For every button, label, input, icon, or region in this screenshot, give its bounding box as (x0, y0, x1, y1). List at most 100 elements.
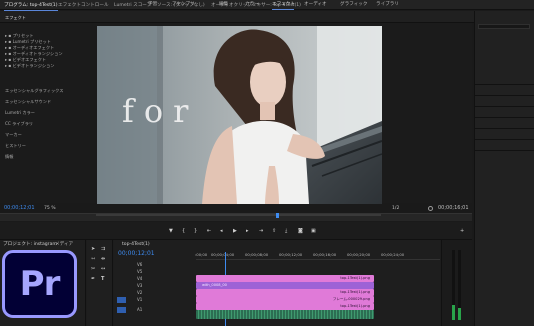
clip-v4-label: with_0008_00 (202, 282, 227, 287)
track-label-v4[interactable]: V4 (137, 277, 142, 281)
tab-project[interactable]: プロジェクト: instagram (3, 242, 57, 248)
workspace-libraries[interactable]: ライブラリ (376, 2, 399, 8)
divider (474, 150, 534, 151)
play-icon[interactable]: ▶ (233, 228, 237, 234)
ruler-tick-4: 00;00;16;00 (313, 252, 337, 257)
step-back-icon[interactable]: ◂ (220, 228, 223, 234)
clip-v1[interactable]: top-1Test(1).png (196, 303, 374, 310)
meter-right-level (458, 308, 461, 320)
track-label-v1[interactable]: V1 (137, 298, 142, 302)
divider (474, 128, 534, 129)
ripple-edit-icon[interactable]: ⇿ (91, 256, 95, 262)
clip-a1-audio[interactable] (196, 310, 374, 319)
tab-source[interactable]: ソース: (クリップなし) (157, 3, 205, 9)
folder-video-effects-label: ビデオエフェクト (12, 57, 47, 62)
clip-v1-label: top-1Test(1).png (340, 303, 370, 308)
ruler-tick-6: 00;00;24;00 (381, 252, 405, 257)
clip-v3[interactable]: top-1Test(1).png (196, 289, 374, 296)
clip-v4[interactable]: with_0008_00 (196, 282, 374, 289)
logo-text: Pr (19, 264, 61, 304)
audio-meter (441, 240, 472, 326)
workspace-audio[interactable]: オーディオ (304, 2, 327, 8)
divider (474, 95, 534, 96)
tab-lumetri-scopes[interactable]: Lumetri スコープ (114, 3, 151, 9)
program-timecode[interactable]: 00;00;12;01 (4, 206, 35, 211)
zoom-select[interactable]: 75 % (44, 206, 56, 212)
track-label-v5[interactable]: V5 (137, 270, 142, 274)
panel-tabs-bar (0, 11, 534, 23)
playhead[interactable] (276, 213, 279, 218)
effects-title: エフェクト (5, 15, 26, 20)
clip-v3-label: top-1Test(1).png (340, 289, 370, 294)
ruler-tick-2: 00;00;08;00 (245, 252, 269, 257)
source-patch-v1[interactable] (117, 297, 126, 303)
pen-tool-icon[interactable]: ✒ (91, 276, 95, 282)
selection-tool-icon[interactable]: ➤ (91, 246, 95, 252)
video-overlay-text: for (122, 92, 199, 130)
ruler-tick-1: 00;00;04;00 (211, 252, 235, 257)
effects-search-input[interactable] (478, 24, 530, 29)
resolution-select[interactable]: 1/2 (392, 206, 399, 212)
marker-icon[interactable]: ▼ (169, 228, 173, 234)
clip-v2-label: フレーム-000029.png (332, 296, 370, 301)
divider (474, 84, 534, 85)
lift-icon[interactable]: ⇪ (272, 228, 276, 234)
go-to-out-icon[interactable]: ⇥ (259, 228, 263, 234)
tab-media[interactable]: メディア (55, 242, 73, 248)
extract-icon[interactable]: ⤓ (285, 228, 287, 234)
clip-v5[interactable]: top-1Test(1).png (196, 275, 374, 282)
camera-icon[interactable]: ◙ (298, 228, 303, 234)
panel-lumetri-color[interactable]: Lumetri カラー (5, 110, 35, 116)
panel-history[interactable]: ヒストリー (5, 143, 26, 149)
tab-program-monitor[interactable]: プログラム: top-4Test(1) (4, 3, 58, 11)
panel-markers[interactable]: マーカー (5, 132, 22, 138)
wrench-icon[interactable] (428, 206, 433, 211)
panel-essential-sound[interactable]: エッセンシャルサウンド (5, 99, 51, 105)
slip-tool-icon[interactable]: ↔ (101, 266, 105, 272)
workspace-active-underline (272, 8, 294, 10)
clip-v5-label: top-1Test(1).png (340, 275, 370, 280)
mark-out-icon[interactable]: } (194, 228, 197, 234)
divider (474, 117, 534, 118)
mark-in-icon[interactable]: { (182, 228, 185, 234)
folder-video-transitions[interactable]: ▸ ▪ ビデオトランジション (5, 63, 55, 69)
tools-panel (87, 240, 113, 326)
source-patch-a1[interactable] (117, 307, 126, 313)
go-to-in-icon[interactable]: ⇤ (207, 228, 211, 234)
add-button-icon[interactable]: + (460, 228, 464, 234)
track-label-v2[interactable]: V2 (137, 291, 142, 295)
scrubber-track (96, 214, 381, 216)
workspace-graphics[interactable]: グラフィック (340, 2, 367, 8)
folder-lumetri-presets-label: Lumetri プリセット (12, 39, 51, 44)
razor-tool-icon[interactable]: ✂ (91, 266, 95, 272)
type-tool-icon[interactable]: T (101, 276, 104, 282)
timeline-tab[interactable]: top-4Test(1) (122, 242, 150, 248)
effects-panel (474, 11, 534, 326)
folder-presets-label: プリセット (12, 33, 34, 38)
divider (474, 139, 534, 140)
duration-timecode: 00;00;16;01 (438, 205, 469, 211)
step-forward-icon[interactable]: ▸ (246, 228, 249, 234)
tab-effect-controls[interactable]: エフェクトコントロール (58, 3, 109, 9)
tab-audio-clip-mixer[interactable]: オーディオクリップミキサー: top-4Test(1) (211, 3, 301, 9)
timeline-timecode[interactable]: 00;00;12;01 (118, 251, 155, 257)
ruler-tick-0: :00;00 (195, 252, 208, 257)
panel-cc-libraries[interactable]: CC ライブラリ (5, 121, 33, 127)
rolling-edit-icon[interactable]: ⇼ (101, 256, 105, 262)
track-select-icon[interactable]: ⇉ (101, 246, 105, 252)
folder-audio-transitions-label: オーディオトランジション (12, 51, 63, 56)
panel-info[interactable]: 情報 (5, 154, 13, 160)
comparison-view-icon[interactable]: ▣ (311, 228, 316, 234)
folder-video-transitions-label: ビデオトランジション (12, 63, 55, 68)
premiere-pro-logo: Pr (2, 250, 77, 318)
meter-left-level (452, 305, 455, 320)
track-label-v6[interactable]: V6 (137, 263, 142, 267)
ruler-tick-3: 00;00;12;00 (279, 252, 303, 257)
panel-essential-graphics[interactable]: エッセンシャルグラフィックス (5, 88, 63, 94)
divider (474, 106, 534, 107)
track-label-a1[interactable]: A1 (137, 308, 142, 312)
folder-audio-effects-label: オーディオエフェクト (12, 45, 55, 50)
ruler-tick-5: 00;00;20;00 (347, 252, 371, 257)
track-label-v3[interactable]: V3 (137, 284, 142, 288)
clip-v2[interactable]: フレーム-000029.png (196, 296, 374, 303)
